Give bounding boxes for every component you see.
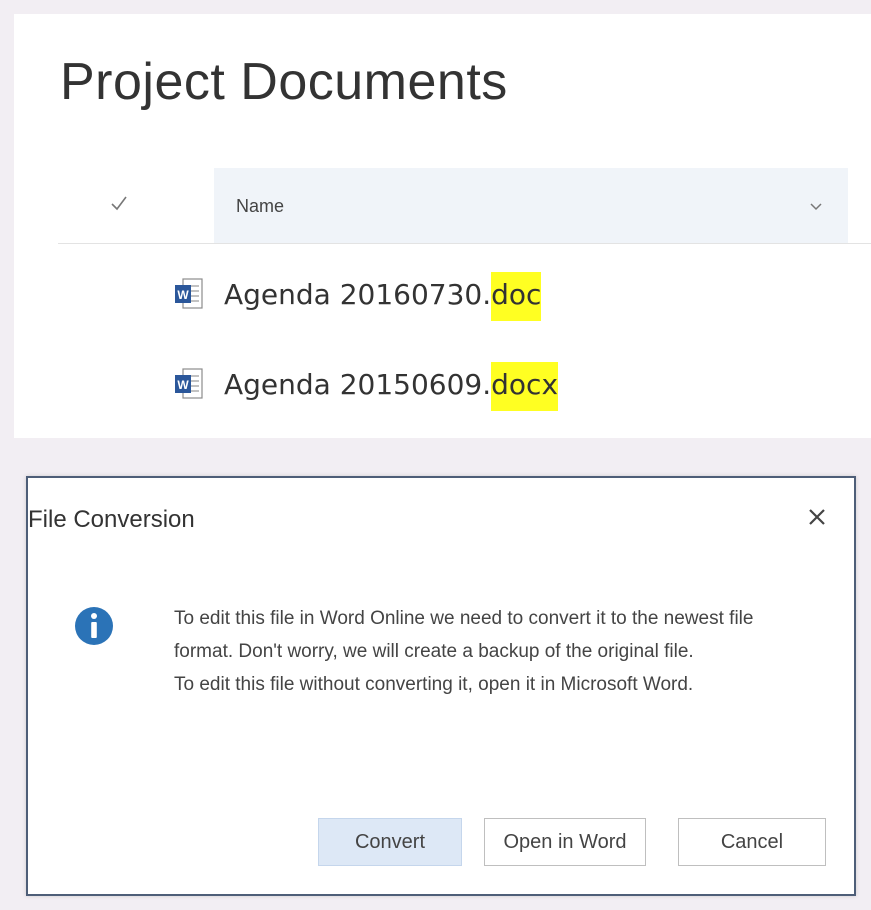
svg-text:W: W	[177, 288, 189, 302]
checkmark-icon[interactable]	[106, 190, 132, 216]
file-name-base: Agenda 20160730.	[224, 277, 492, 311]
dialog-message-line: To edit this file without converting it,…	[174, 674, 694, 695]
page-title: Project Documents	[60, 53, 508, 111]
file-name[interactable]: Agenda 20160730.doc	[224, 271, 542, 321]
file-extension-highlight: docx	[491, 361, 559, 411]
dialog-message-line: To edit this file in Word Online we need…	[174, 608, 754, 662]
column-header-label: Name	[236, 196, 285, 216]
file-extension-highlight: doc	[491, 271, 542, 321]
file-conversion-dialog: File Conversion To edit this file in Wor…	[26, 476, 856, 896]
open-in-word-button[interactable]: Open in Word	[484, 818, 646, 866]
file-row[interactable]: W Agenda 20160730.doc	[174, 271, 542, 321]
close-icon[interactable]	[806, 506, 828, 528]
header-divider	[58, 243, 871, 244]
document-library-panel: Project Documents Name W Agenda 20160730…	[14, 14, 871, 438]
dialog-message: To edit this file in Word Online we need…	[174, 602, 814, 701]
svg-text:W: W	[177, 378, 189, 392]
convert-button[interactable]: Convert	[318, 818, 462, 866]
column-header-name[interactable]: Name	[214, 168, 848, 244]
file-row[interactable]: W Agenda 20150609.docx	[174, 361, 559, 411]
info-icon	[75, 607, 113, 645]
chevron-down-icon[interactable]	[808, 198, 824, 214]
dialog-title: File Conversion	[28, 506, 195, 533]
cancel-button[interactable]: Cancel	[678, 818, 826, 866]
file-name[interactable]: Agenda 20150609.docx	[224, 361, 559, 411]
word-doc-icon: W	[175, 368, 203, 399]
file-name-base: Agenda 20150609.	[224, 367, 492, 401]
word-doc-icon: W	[175, 278, 203, 309]
